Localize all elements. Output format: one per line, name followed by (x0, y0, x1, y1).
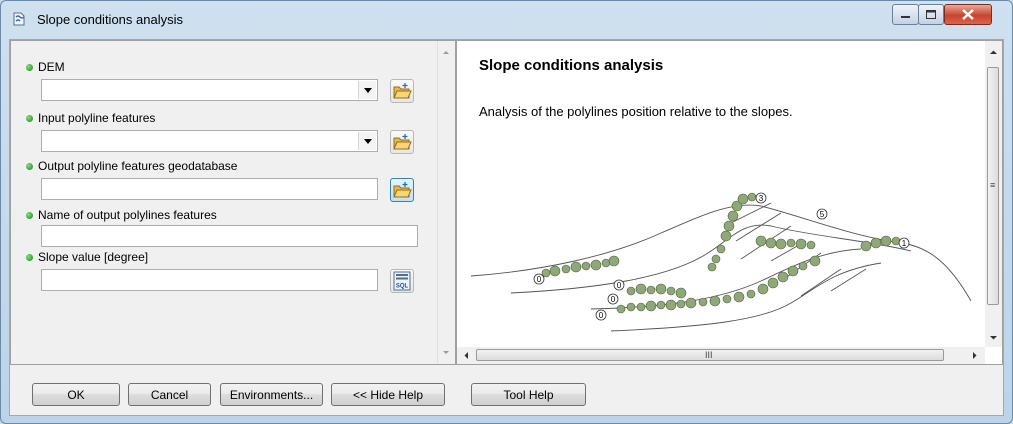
scroll-down-arrow-icon[interactable] (438, 344, 454, 360)
required-dot-icon (26, 163, 33, 170)
param-label-slope: Slope value [degree] (38, 250, 149, 264)
parameters-panel[interactable]: DEM Input polyline features Output polyl… (10, 40, 456, 365)
dem-browse-button[interactable] (390, 79, 414, 103)
svg-text:3: 3 (759, 194, 764, 203)
vertical-scroll-thumb[interactable]: ≡ (987, 67, 999, 305)
param-label-input-polylines: Input polyline features (38, 111, 156, 125)
input-polylines-combo[interactable] (41, 130, 378, 152)
help-title: Slope conditions analysis (479, 57, 664, 74)
title-bar[interactable]: Slope conditions analysis (1, 1, 1012, 39)
param-label-output-name: Name of output polylines features (38, 208, 217, 222)
output-gdb-field[interactable] (41, 178, 378, 200)
svg-text:0: 0 (599, 311, 604, 320)
help-panel: Slope conditions analysis Analysis of th… (456, 40, 1003, 365)
required-dot-icon (26, 254, 33, 261)
svg-text:1: 1 (902, 239, 907, 248)
svg-text:5: 5 (820, 210, 825, 219)
svg-text:0: 0 (617, 281, 622, 290)
maximize-button[interactable] (918, 4, 944, 25)
window-title: Slope conditions analysis (37, 12, 183, 27)
scroll-right-arrow-icon[interactable] (966, 347, 983, 364)
scroll-left-arrow-icon[interactable] (458, 347, 475, 364)
scroll-up-arrow-icon[interactable] (438, 45, 454, 61)
sql-button[interactable]: SQL (390, 269, 414, 293)
scroll-up-arrow-icon[interactable] (985, 44, 1002, 61)
button-bar: OK Cancel Environments... << Hide Help T… (10, 365, 1003, 415)
param-label-dem: DEM (38, 60, 65, 74)
left-panel-scrollbar[interactable] (437, 41, 455, 364)
required-dot-icon (26, 212, 33, 219)
svg-text:SQL: SQL (396, 284, 409, 290)
open-folder-icon (393, 83, 412, 99)
dem-combo[interactable] (41, 79, 378, 101)
chevron-down-icon[interactable] (358, 132, 376, 150)
param-label-output-gdb: Output polyline features geodatabase (38, 159, 238, 173)
svg-text:0: 0 (611, 295, 616, 304)
output-gdb-browse-button[interactable] (390, 178, 414, 202)
help-horizontal-scrollbar[interactable]: III (457, 347, 985, 364)
dialog-window: Slope conditions analysis DEM Input poly… (0, 0, 1013, 424)
ok-button[interactable]: OK (32, 383, 120, 406)
minimize-button[interactable] (892, 4, 919, 25)
toolbox-script-icon (13, 12, 25, 26)
close-icon (962, 9, 974, 20)
dialog-client: DEM Input polyline features Output polyl… (9, 39, 1004, 416)
sql-icon: SQL (393, 271, 411, 291)
help-vertical-scrollbar[interactable]: ≡ (985, 41, 1002, 347)
output-name-field[interactable] (41, 225, 418, 247)
chevron-down-icon[interactable] (358, 81, 376, 99)
environments-button[interactable]: Environments... (220, 383, 323, 406)
horizontal-scroll-thumb[interactable]: III (476, 349, 944, 361)
grip-icon: ≡ (990, 180, 996, 190)
input-polylines-browse-button[interactable] (390, 130, 414, 154)
slope-illustration: 3 5 1 0 0 0 0 (471, 192, 972, 332)
grip-icon: III (705, 350, 713, 360)
help-description: Analysis of the polylines position relat… (479, 104, 793, 119)
minimize-icon (901, 16, 910, 18)
svg-text:0: 0 (537, 275, 542, 284)
required-dot-icon (26, 64, 33, 71)
close-button[interactable] (944, 4, 992, 25)
maximize-icon (926, 10, 936, 19)
open-folder-icon (393, 182, 412, 198)
open-folder-icon (393, 134, 412, 150)
slope-value-field[interactable] (41, 269, 378, 291)
tool-help-button[interactable]: Tool Help (471, 383, 586, 406)
cancel-button[interactable]: Cancel (128, 383, 211, 406)
hide-help-button[interactable]: << Hide Help (331, 383, 445, 406)
scroll-down-arrow-icon[interactable] (985, 329, 1002, 346)
required-dot-icon (26, 115, 33, 122)
